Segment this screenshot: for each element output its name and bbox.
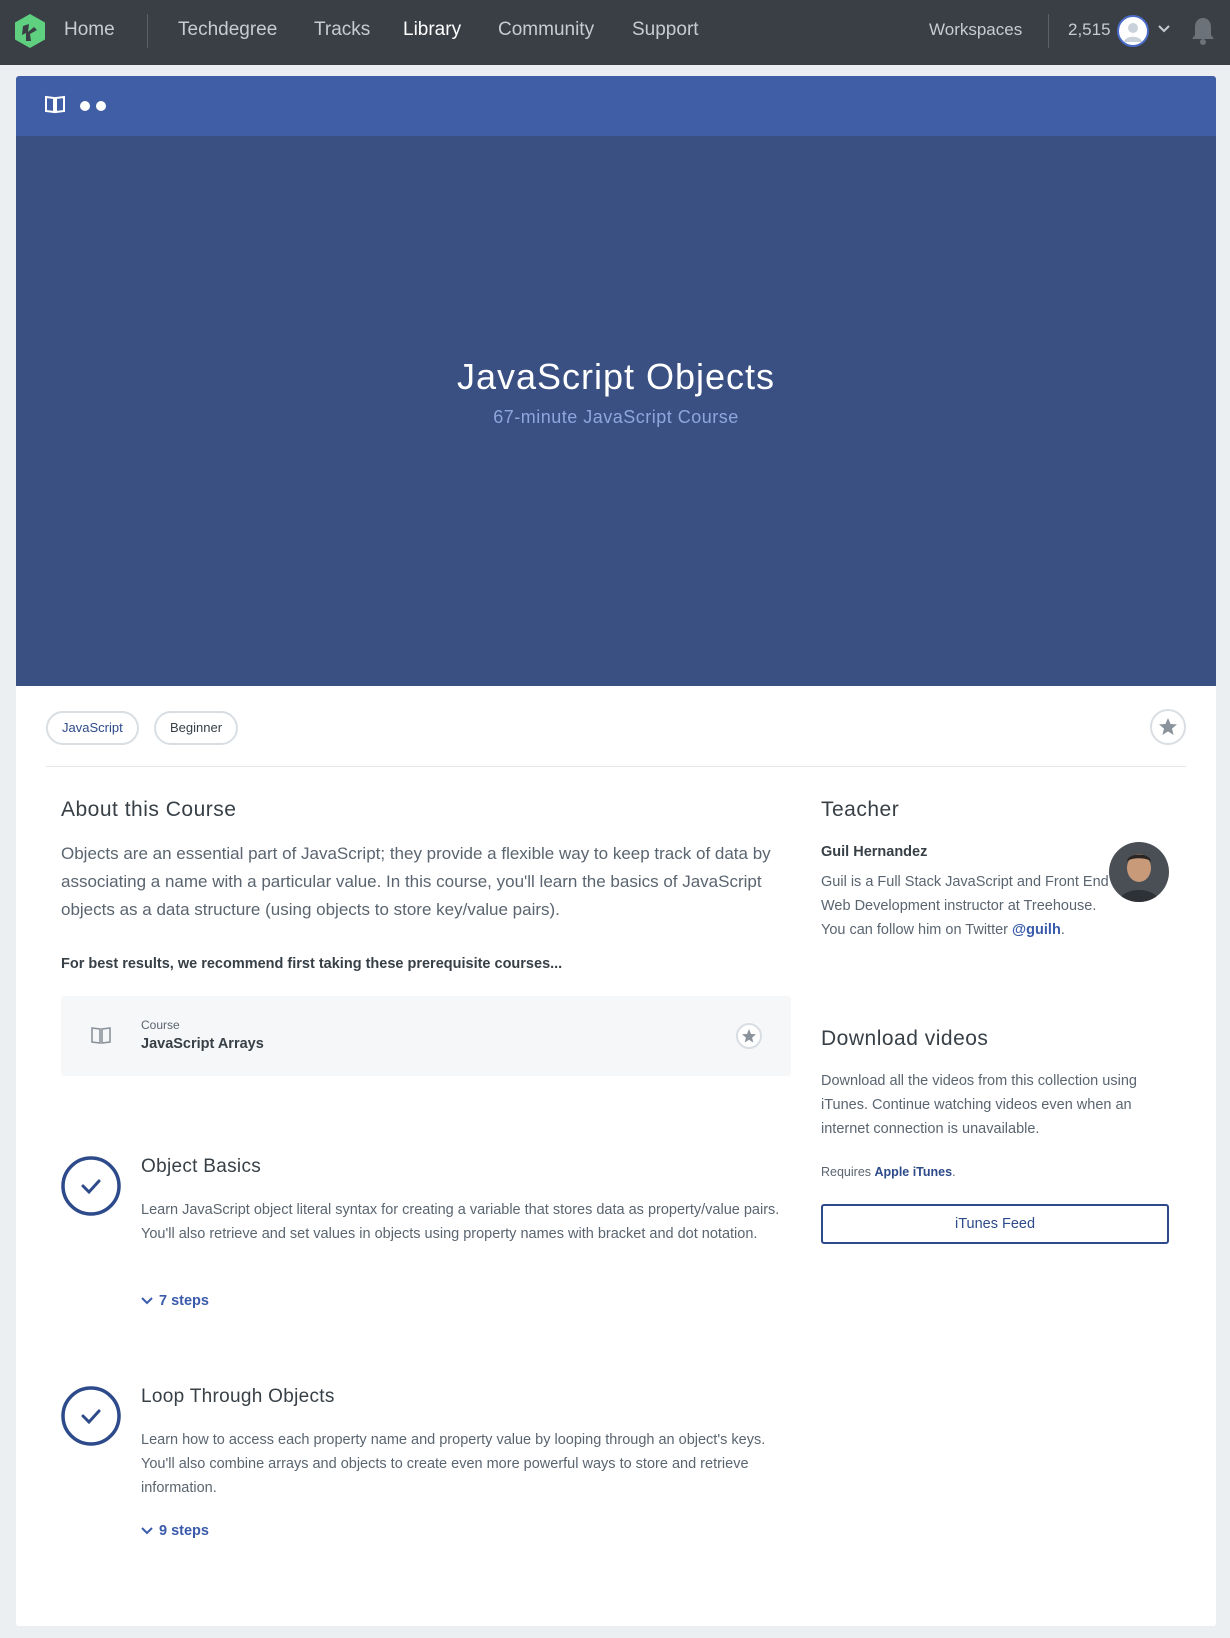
stage-description: Learn how to access each property name a…	[141, 1432, 766, 1496]
nav-techdegree-link[interactable]: Techdegree	[178, 19, 277, 41]
prerequisite-type: Course	[141, 1018, 180, 1032]
teacher-bio: Guil is a Full Stack JavaScript and Fron…	[821, 874, 1109, 938]
points-count[interactable]: 2,515	[1068, 20, 1111, 40]
teacher-name: Guil Hernandez	[821, 844, 928, 860]
stage-title[interactable]: Loop Through Objects	[141, 1386, 335, 1408]
requires-note: Requires Apple iTunes.	[821, 1165, 956, 1179]
chevron-down-icon[interactable]	[1157, 22, 1171, 36]
download-heading: Download videos	[821, 1027, 989, 1050]
steps-count: 7 steps	[159, 1293, 209, 1309]
user-avatar[interactable]	[1117, 15, 1149, 47]
chevron-down-icon	[141, 1297, 153, 1305]
bell-icon[interactable]	[1190, 16, 1216, 46]
about-heading: About this Course	[61, 798, 237, 821]
itunes-feed-button[interactable]: iTunes Feed	[821, 1204, 1169, 1244]
nav-divider	[1048, 14, 1049, 48]
chevron-down-icon	[141, 1527, 153, 1535]
nav-community-link[interactable]: Community	[498, 19, 594, 41]
course-title: JavaScript Objects	[456, 356, 776, 397]
nav-workspaces-link[interactable]: Workspaces	[929, 20, 1022, 40]
prerequisite-course-card[interactable]: Course JavaScript Arrays	[61, 996, 791, 1076]
apple-itunes-link[interactable]: Apple iTunes	[875, 1165, 953, 1179]
teacher-twitter-link[interactable]: @guilh	[1012, 922, 1061, 938]
teacher-heading: Teacher	[821, 798, 900, 821]
user-silhouette-icon	[1124, 23, 1142, 42]
book-icon	[91, 1027, 111, 1044]
hero-toolbar	[16, 76, 1216, 136]
nav-support-link[interactable]: Support	[632, 19, 699, 41]
stage-description: Learn JavaScript object literal syntax f…	[141, 1202, 780, 1242]
tag-beginner[interactable]: Beginner	[154, 711, 239, 745]
tag-javascript[interactable]: JavaScript	[46, 711, 139, 745]
about-description: Objects are an essential part of JavaScr…	[61, 844, 771, 919]
star-icon	[1159, 718, 1177, 735]
nav-home-link[interactable]: Home	[64, 19, 115, 41]
download-description: Download all the videos from this collec…	[821, 1073, 1137, 1137]
stage-steps-toggle[interactable]: 7 steps	[141, 1293, 209, 1309]
favorite-button[interactable]	[1150, 709, 1186, 745]
treehouse-dots-icon	[80, 101, 106, 111]
stage-title[interactable]: Object Basics	[141, 1156, 261, 1178]
treehouse-logo-icon[interactable]	[14, 14, 46, 48]
prerequisite-favorite-button[interactable]	[736, 1023, 762, 1049]
course-subtitle: 67-minute JavaScript Course	[493, 407, 739, 427]
nav-tracks-link[interactable]: Tracks	[314, 19, 370, 41]
stage-complete-check-icon	[61, 1386, 121, 1446]
star-icon	[742, 1029, 756, 1043]
stage-complete-check-icon	[61, 1156, 121, 1216]
prerequisite-label: For best results, we recommend first tak…	[61, 956, 563, 972]
section-divider	[46, 766, 1186, 767]
stage-steps-toggle[interactable]: 9 steps	[141, 1523, 209, 1539]
prerequisite-name[interactable]: JavaScript Arrays	[141, 1036, 264, 1052]
nav-library-link[interactable]: Library	[403, 19, 461, 41]
top-navigation: Home Techdegree Tracks Library Community…	[0, 0, 1230, 65]
steps-count: 9 steps	[159, 1523, 209, 1539]
course-card: JavaScript Objects 67-minute JavaScript …	[16, 76, 1216, 1626]
book-icon	[45, 95, 65, 114]
nav-divider	[147, 14, 148, 48]
